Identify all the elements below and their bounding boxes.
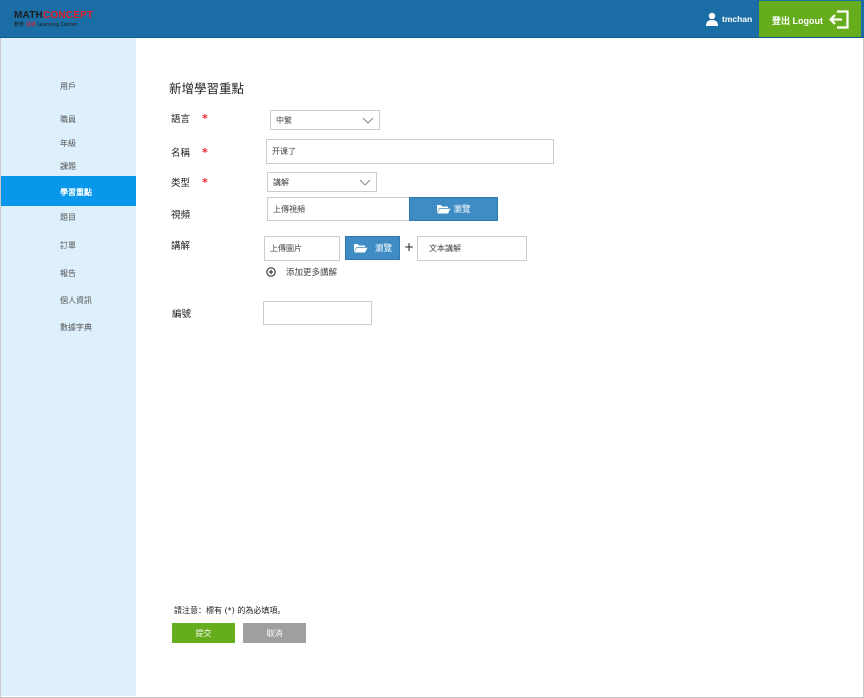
- type-select[interactable]: 講解: [267, 172, 377, 192]
- sidebar-item-label: 用戶: [60, 82, 76, 91]
- sidebar-item-label: 職員: [60, 115, 76, 124]
- explanation-label: 講解: [171, 241, 191, 252]
- text-explanation-input[interactable]: 文本講解: [417, 236, 527, 261]
- sidebar-item-grades[interactable]: 年級: [1, 134, 136, 152]
- name-input-value: 开课了: [272, 147, 296, 156]
- number-label: 編號: [172, 309, 192, 320]
- sidebar-item-questions[interactable]: 題目: [1, 208, 136, 226]
- name-label: 名稱 *: [171, 146, 208, 159]
- sidebar-item-staff[interactable]: 職員: [1, 110, 136, 128]
- sidebar-item-label: 數據字典: [60, 323, 92, 332]
- image-browse-button[interactable]: 瀏覽: [345, 236, 400, 260]
- add-more-explanations-link[interactable]: 添加更多講解: [266, 266, 337, 278]
- language-label: 語言 *: [171, 112, 208, 125]
- language-select[interactable]: 中繁: [270, 110, 380, 130]
- sidebar: 用戶 職員 年級 課題 學習重點 題目 訂單 報告 個人資訊 數據字典: [1, 38, 136, 696]
- sidebar-item-label: 訂單: [60, 241, 76, 250]
- name-input[interactable]: 开课了: [266, 139, 554, 164]
- page-title: 新增學習重點: [169, 81, 245, 96]
- logo-sub-right: Learning Center: [37, 22, 78, 28]
- number-input[interactable]: [263, 301, 372, 325]
- sidebar-item-label: 課題: [60, 162, 76, 171]
- logo-sub-left: 數學: [14, 22, 25, 28]
- brand-logo: MATHCONCEPT 數學 思維 Learning Center: [14, 10, 114, 32]
- circle-plus-icon: [266, 267, 276, 277]
- required-fields-note: 請注意：標有 (*) 的為必填項。: [174, 606, 286, 615]
- image-upload-placeholder: 上傳圖片: [270, 244, 302, 253]
- add-more-label: 添加更多講解: [286, 268, 338, 278]
- logo-text-math: MATH: [14, 10, 43, 21]
- text-explanation-placeholder: 文本講解: [429, 244, 461, 253]
- submit-button[interactable]: 提交: [172, 623, 235, 643]
- sidebar-item-label: 學習重點: [60, 188, 92, 197]
- cancel-button[interactable]: 取消: [243, 623, 306, 643]
- logout-icon: [829, 10, 849, 29]
- main-content: 新增學習重點 語言 * 中繁 名稱 * 开课了 类型 * 講解 視頻 上傳視頻 瀏覽 …: [136, 38, 862, 696]
- type-select-value: 講解: [273, 177, 289, 187]
- language-select-value: 中繁: [276, 115, 292, 125]
- required-marker: *: [202, 112, 208, 125]
- logo-text-concept: CONCEPT: [42, 10, 94, 21]
- folder-open-icon: [437, 205, 451, 214]
- required-marker: *: [202, 146, 208, 159]
- sidebar-item-profile[interactable]: 個人資訊: [1, 291, 136, 309]
- video-upload-placeholder: 上傳視頻: [273, 204, 305, 214]
- image-browse-label: 瀏覽: [374, 244, 392, 254]
- user-indicator: tmchan: [705, 12, 752, 26]
- sidebar-item-topics[interactable]: 課題: [1, 157, 136, 175]
- sidebar-item-learning-points[interactable]: 學習重點: [1, 176, 136, 206]
- type-label: 类型 *: [171, 176, 208, 189]
- sidebar-item-label: 報告: [60, 269, 76, 278]
- logout-button[interactable]: 登出 Logout: [759, 1, 861, 37]
- sidebar-item-data-dictionary[interactable]: 數據字典: [1, 318, 136, 336]
- required-marker: *: [202, 176, 208, 189]
- sidebar-item-orders[interactable]: 訂單: [1, 236, 136, 254]
- username: tmchan: [722, 14, 753, 24]
- video-browse-button[interactable]: 瀏覽: [409, 197, 498, 221]
- logout-label: 登出 Logout: [772, 16, 823, 26]
- sidebar-item-reports[interactable]: 報告: [1, 264, 136, 282]
- video-browse-label: 瀏覽: [453, 205, 471, 215]
- chevron-down-icon: [359, 179, 371, 186]
- plus-separator: +: [404, 240, 415, 254]
- chevron-down-icon: [362, 117, 374, 124]
- sidebar-item-label: 個人資訊: [60, 296, 92, 305]
- video-upload-input[interactable]: 上傳視頻: [267, 197, 410, 221]
- sidebar-item-label: 題目: [60, 213, 76, 222]
- sidebar-item-label: 年級: [60, 139, 76, 148]
- logo-sub-mid: 思維: [25, 22, 36, 28]
- top-header: MATHCONCEPT 數學 思維 Learning Center tmchan…: [0, 0, 864, 38]
- user-icon: [706, 12, 718, 26]
- image-upload-input[interactable]: 上傳圖片: [264, 236, 340, 261]
- folder-open-icon: [353, 244, 368, 253]
- sidebar-item-users[interactable]: 用戶: [1, 77, 136, 95]
- video-label: 視頻: [171, 210, 191, 221]
